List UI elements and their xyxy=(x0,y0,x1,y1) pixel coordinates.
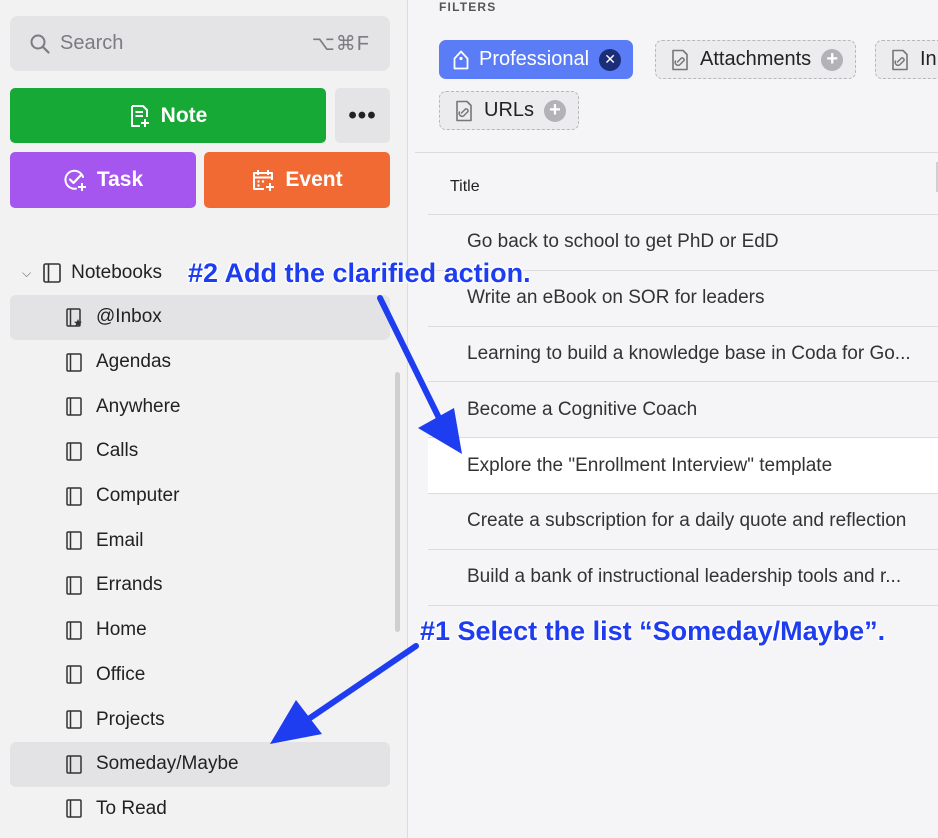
filters-divider xyxy=(415,152,938,153)
notebook-item-label: Email xyxy=(96,529,144,551)
tag-icon xyxy=(453,50,469,69)
new-task-button[interactable]: Task xyxy=(10,152,196,208)
task-check-icon xyxy=(64,169,86,191)
notebook-item-agendas[interactable]: Agendas xyxy=(10,340,390,385)
table-row[interactable]: Build a bank of instructional leadership… xyxy=(428,550,938,606)
notebook-item-label: Projects xyxy=(96,708,165,730)
notebook-icon xyxy=(66,531,82,551)
row-title: Learning to build a knowledge base in Co… xyxy=(467,342,911,364)
filter-chip-label: Attachments xyxy=(700,48,812,70)
filter-chip-professional[interactable]: Professional ✕ xyxy=(439,40,634,79)
sidebar: Search ⌥⌘F Note ••• Task Event ⌵ Noteboo… xyxy=(0,0,408,838)
notebook-icon xyxy=(66,486,82,506)
notebook-icon xyxy=(66,442,82,461)
notebook-item-label: Office xyxy=(96,663,146,685)
filter-chip-attachments[interactable]: Attachments + xyxy=(655,40,857,79)
search-label: Search xyxy=(60,32,124,54)
chevron-down-icon[interactable]: ⌵ xyxy=(22,266,31,281)
notebook-item-errands[interactable]: Errands xyxy=(10,563,390,608)
notebook-icon xyxy=(66,710,82,729)
notebook-icon xyxy=(66,352,82,372)
add-filter-icon[interactable]: + xyxy=(544,99,567,122)
row-title: Explore the "Enrollment Interview" templ… xyxy=(467,454,833,476)
remove-filter-icon[interactable]: ✕ xyxy=(599,48,622,71)
notebook-item-computer[interactable]: Computer xyxy=(10,474,390,519)
notebook-icon xyxy=(66,754,82,774)
filter-chip-label: Professional xyxy=(479,48,590,70)
notebooks-header[interactable]: ⌵ Notebooks xyxy=(22,258,162,288)
notebook-icon xyxy=(66,799,82,819)
new-note-label: Note xyxy=(160,103,208,127)
notebook-list: @Inbox Agendas Anywhere Calls Computer E… xyxy=(10,295,390,831)
notebook-item-label: @Inbox xyxy=(96,306,162,328)
row-title: Become a Cognitive Coach xyxy=(467,398,698,420)
attachment-note-icon xyxy=(892,49,908,70)
filter-chip-label: URLs xyxy=(484,99,535,121)
notebook-item-label: Calls xyxy=(96,440,139,462)
new-event-label: Event xyxy=(285,168,343,191)
row-title: Go back to school to get PhD or EdD xyxy=(467,231,779,253)
note-plus-icon xyxy=(130,104,149,127)
notebook-item-label: Errands xyxy=(96,574,163,596)
notebook-icon xyxy=(66,665,82,685)
table-row[interactable]: Become a Cognitive Coach xyxy=(428,382,938,439)
column-header-title[interactable]: Title xyxy=(450,178,480,196)
row-title: Build a bank of instructional leadership… xyxy=(467,566,902,588)
link-note-icon xyxy=(456,100,472,121)
row-title: Write an eBook on SOR for leaders xyxy=(467,287,765,309)
new-event-button[interactable]: Event xyxy=(204,152,390,208)
more-icon: ••• xyxy=(348,101,377,129)
main-panel: FILTERS Professional ✕ Attachments + In … xyxy=(409,0,938,838)
search-bar[interactable]: Search ⌥⌘F xyxy=(10,16,390,71)
notebook-item-label: Home xyxy=(96,619,147,641)
more-actions-button[interactable]: ••• xyxy=(335,88,390,143)
notebook-item-home[interactable]: Home xyxy=(10,608,390,653)
search-icon xyxy=(30,34,50,54)
notebook-item-label: Someday/Maybe xyxy=(96,753,239,775)
notebook-icon xyxy=(43,263,61,283)
notebook-icon xyxy=(66,576,82,595)
notebook-item-label: Anywhere xyxy=(96,395,181,417)
notebook-item-to-read[interactable]: To Read xyxy=(10,787,390,832)
notebook-item-someday-maybe[interactable]: Someday/Maybe xyxy=(10,741,390,787)
new-note-button[interactable]: Note xyxy=(10,88,326,143)
notebook-item-office[interactable]: Office xyxy=(10,653,390,698)
notebook-icon xyxy=(66,620,82,640)
attachment-note-icon xyxy=(672,49,688,70)
table-row[interactable]: Create a subscription for a daily quote … xyxy=(428,494,938,550)
calendar-plus-icon xyxy=(253,170,275,191)
notebook-item-email[interactable]: Email xyxy=(10,518,390,563)
row-title: Create a subscription for a daily quote … xyxy=(467,510,907,532)
filters-heading: FILTERS xyxy=(439,0,497,14)
notebook-item-label: To Read xyxy=(96,797,167,819)
notebook-item-inbox[interactable]: @Inbox xyxy=(10,295,390,340)
search-shortcut: ⌥⌘F xyxy=(311,33,370,55)
notebook-item-label: Agendas xyxy=(96,351,172,373)
notebook-icon xyxy=(66,397,82,416)
add-filter-icon[interactable]: + xyxy=(821,48,844,71)
inbox-notebook-icon xyxy=(66,308,82,327)
notebooks-header-label: Notebooks xyxy=(71,262,162,283)
notebook-item-anywhere[interactable]: Anywhere xyxy=(10,384,390,429)
new-task-label: Task xyxy=(96,168,144,191)
notebook-item-calls[interactable]: Calls xyxy=(10,429,390,474)
annotation-step-1: #1 Select the list “Someday/Maybe”. xyxy=(420,616,886,646)
annotation-step-2: #2 Add the clarified action. xyxy=(188,258,531,288)
filter-chip-in[interactable]: In xyxy=(875,40,938,79)
notebook-item-projects[interactable]: Projects xyxy=(10,697,390,742)
sidebar-scrollbar[interactable] xyxy=(395,372,400,632)
notebook-item-label: Computer xyxy=(96,485,180,507)
table-row[interactable]: Learning to build a knowledge base in Co… xyxy=(428,327,938,383)
table-row[interactable]: Explore the "Enrollment Interview" templ… xyxy=(428,438,938,494)
filter-chip-label: In xyxy=(920,48,937,70)
filter-chip-urls[interactable]: URLs + xyxy=(439,91,580,130)
